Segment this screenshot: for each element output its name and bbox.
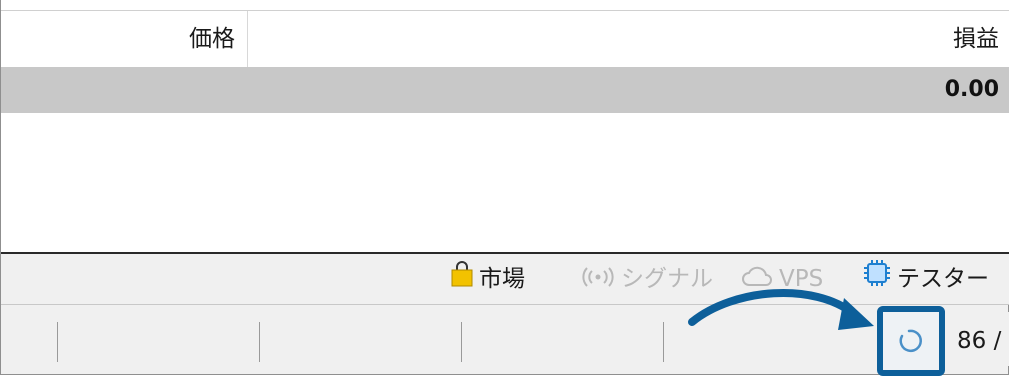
callout-arrow-icon	[688, 289, 874, 330]
shopping-bag-icon	[451, 255, 473, 305]
tab-tester-label: テスター	[897, 266, 989, 292]
status-separator	[663, 322, 664, 362]
trade-table: 価格 損益 0.00	[1, 0, 1009, 254]
table-header-row: 価格 損益	[1, 10, 1009, 67]
column-header-profit[interactable]: 損益	[953, 11, 999, 67]
connection-status-text[interactable]: 86 /	[957, 312, 1001, 370]
status-separator	[461, 322, 462, 362]
signal-broadcast-icon	[581, 255, 615, 305]
tab-market[interactable]: 市場	[451, 254, 525, 304]
column-header-price[interactable]: 価格	[1, 11, 248, 67]
status-separator	[57, 322, 58, 362]
status-separator	[259, 322, 260, 362]
connection-indicator-highlight[interactable]	[877, 306, 945, 376]
balance-total-row[interactable]: 0.00	[1, 67, 1009, 113]
tab-market-label: 市場	[479, 266, 525, 292]
total-profit-value: 0.00	[944, 77, 999, 102]
loading-spinner-icon	[899, 329, 922, 353]
